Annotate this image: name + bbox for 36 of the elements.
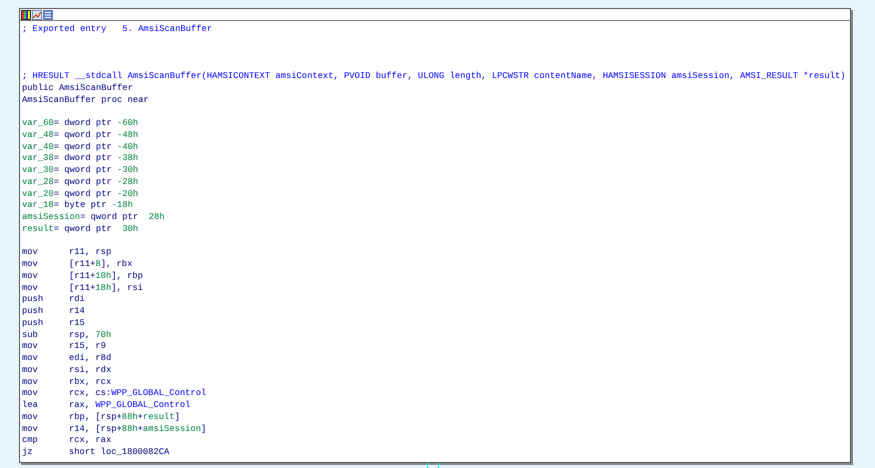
code-line: jz short loc_1800082CA [22, 447, 170, 459]
list-icon[interactable] [43, 10, 53, 20]
code-line: AmsiScanBuffer proc near [22, 94, 150, 106]
code-line: mov [r11+8], rbx [22, 259, 134, 271]
code-line: push rdi [22, 294, 86, 306]
code-line: var_38= dword ptr -38h [22, 153, 140, 165]
code-line: mov [r11+18h], rsi [22, 282, 144, 294]
code-line: var_18= byte ptr -18h [22, 200, 134, 212]
code-line: mov [r11+10h], rbp [22, 270, 144, 282]
code-line: var_20= qword ptr -20h [22, 188, 140, 200]
chart-icon[interactable] [32, 10, 42, 20]
code-line: var_30= qword ptr -30h [22, 165, 140, 177]
code-line: mov rbp, [rsp+88h+result] [22, 412, 181, 424]
palette-icon[interactable] [21, 10, 31, 20]
code-line: mov r14, [rsp+88h+amsiSession] [22, 424, 208, 436]
graph-edge-drawing [427, 463, 439, 468]
code-line: mov r15, r9 [22, 341, 107, 353]
code-line: var_28= qword ptr -28h [22, 176, 140, 188]
code-line: mov rbx, rcx [22, 376, 112, 388]
code-line: var_48= qword ptr -48h [22, 130, 140, 142]
code-line: mov r11, rsp [22, 247, 112, 259]
code-line: push r14 [22, 306, 86, 318]
code-line: ; HRESULT __stdcall AmsiScanBuffer(HAMSICONTEXT amsiContext, PVOID buffer, ULONG length, LPCWSTR contentName, HAMSISESSION amsiSession, AMSI_RESULT *result) [22, 71, 847, 83]
code-line: var_60= dword ptr -60h [22, 118, 140, 130]
code-line: lea rax, WPP_GLOBAL_Control [22, 400, 192, 412]
code-line: mov rcx, cs:WPP_GLOBAL_Control [22, 388, 208, 400]
code-line: ; Exported entry 5. AmsiScanBuffer [22, 24, 214, 36]
code-line: push r15 [22, 318, 86, 330]
code-line: cmp rcx, rax [22, 435, 112, 447]
code-line: var_40= qword ptr -40h [22, 142, 140, 154]
code-line: sub rsp, 70h [22, 330, 112, 342]
code-line: result= qword ptr 30h [22, 224, 140, 236]
code-line: mov rsi, rdx [22, 364, 112, 376]
code-line: public AmsiScanBuffer [22, 82, 134, 94]
code-line: mov edi, r8d [22, 353, 112, 365]
code-line: amsiSession= qword ptr 28h [22, 212, 166, 224]
